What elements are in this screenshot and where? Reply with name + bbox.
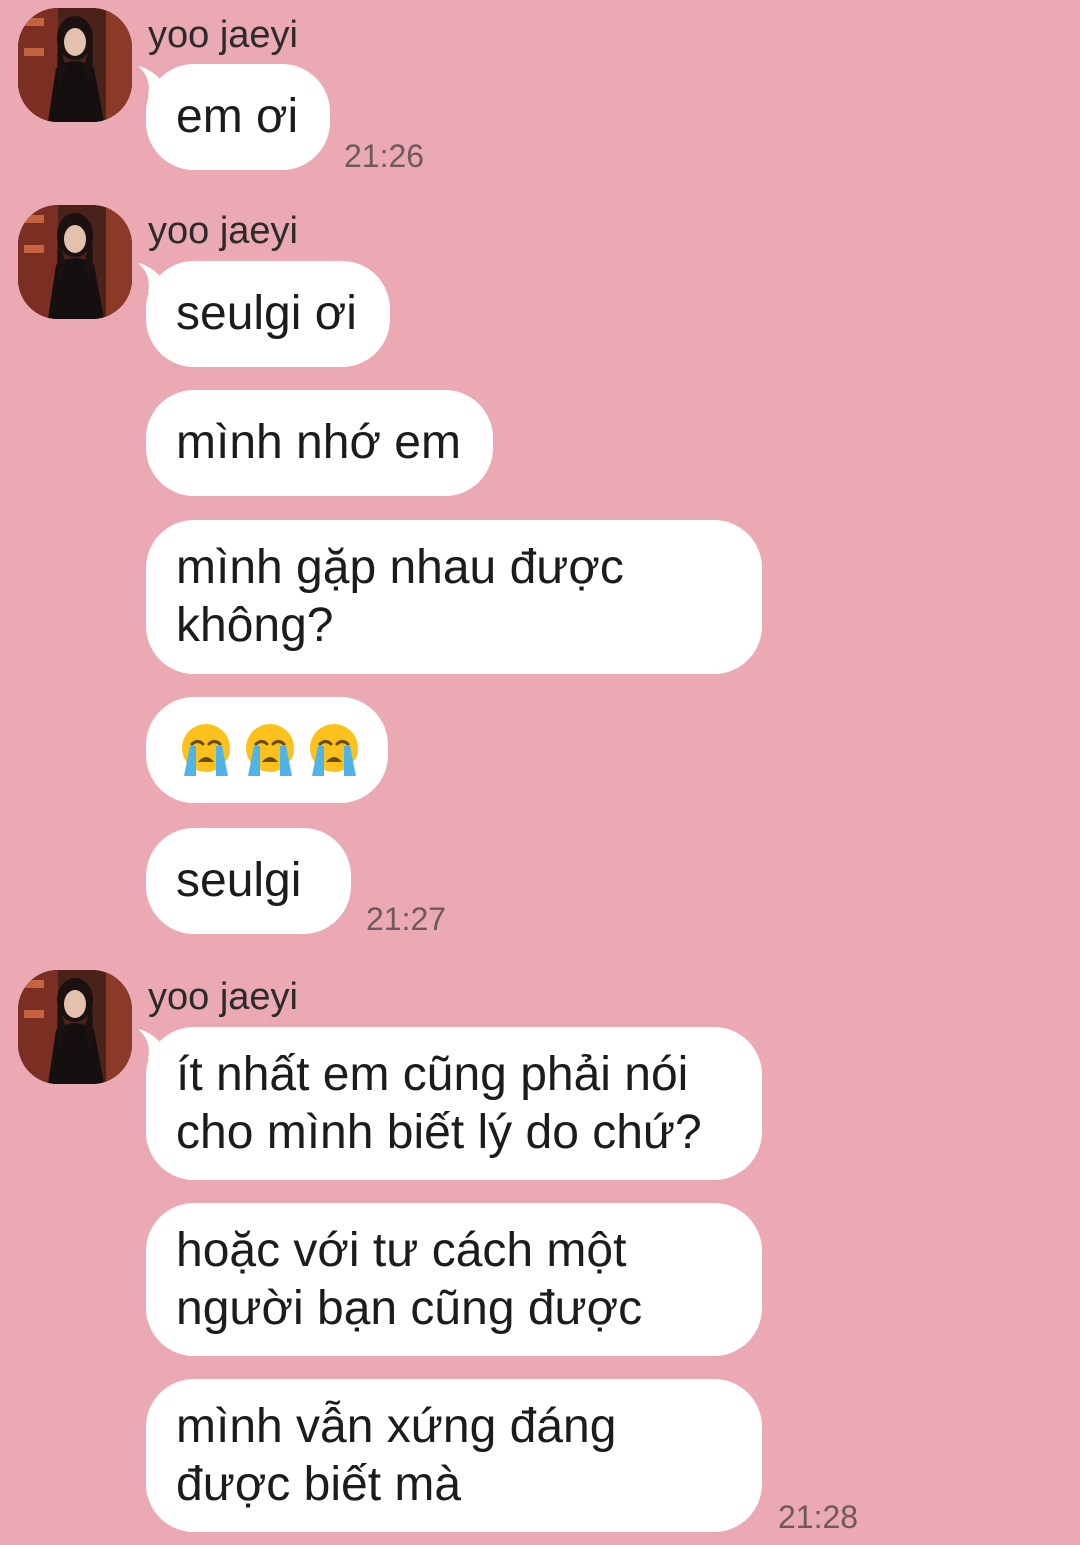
message-text: mình gặp nhau được không?	[176, 541, 624, 652]
message-bubble[interactable]: seulgi ơi	[146, 261, 390, 367]
message-text: mình nhớ em	[176, 416, 461, 469]
loudly-crying-face-icon	[182, 724, 230, 776]
message-bubble[interactable]: ít nhất em cũng phải nói cho mình biết l…	[146, 1027, 762, 1180]
message-bubble[interactable]: seulgi	[146, 828, 351, 934]
avatar-photo-icon	[18, 8, 132, 122]
sender-name: yoo jaeyi	[148, 976, 298, 1018]
message-time: 21:28	[778, 1499, 859, 1535]
message-bubble[interactable]: mình gặp nhau được không?	[146, 520, 762, 674]
message-bubble[interactable]: em ơi	[146, 64, 330, 170]
sender-name: yoo jaeyi	[148, 14, 298, 56]
message-text: hoặc với tư cách một người bạn cũng được	[176, 1223, 643, 1335]
sender-avatar[interactable]	[18, 970, 132, 1084]
avatar-photo-icon	[18, 970, 132, 1084]
emoji-row	[176, 720, 364, 780]
message-text: em ơi	[176, 90, 299, 143]
emoji-message-bubble[interactable]: 😭😭😭	[146, 697, 388, 803]
message-bubble[interactable]: mình nhớ em	[146, 390, 493, 496]
message-text: ít nhất em cũng phải nói cho mình biết l…	[176, 1047, 702, 1159]
message-text: seulgi ơi	[176, 287, 357, 340]
sender-avatar[interactable]	[18, 8, 132, 122]
sender-avatar[interactable]	[18, 205, 132, 319]
message-time: 21:26	[344, 138, 425, 174]
message-bubble[interactable]: hoặc với tư cách một người bạn cũng được	[146, 1203, 762, 1356]
chat-screen: yoo jaeyi em ơi 21:26 yoo jaeyi seulgi ơ…	[0, 0, 1080, 1545]
message-bubble[interactable]: mình vẫn xứng đáng được biết mà	[146, 1379, 762, 1532]
message-text: mình vẫn xứng đáng được biết mà	[176, 1399, 617, 1511]
loudly-crying-face-icon	[246, 724, 294, 776]
loudly-crying-face-icon	[310, 724, 358, 776]
message-text: seulgi	[176, 854, 302, 907]
sender-name: yoo jaeyi	[148, 210, 298, 252]
avatar-photo-icon	[18, 205, 132, 319]
message-time: 21:27	[366, 901, 447, 937]
